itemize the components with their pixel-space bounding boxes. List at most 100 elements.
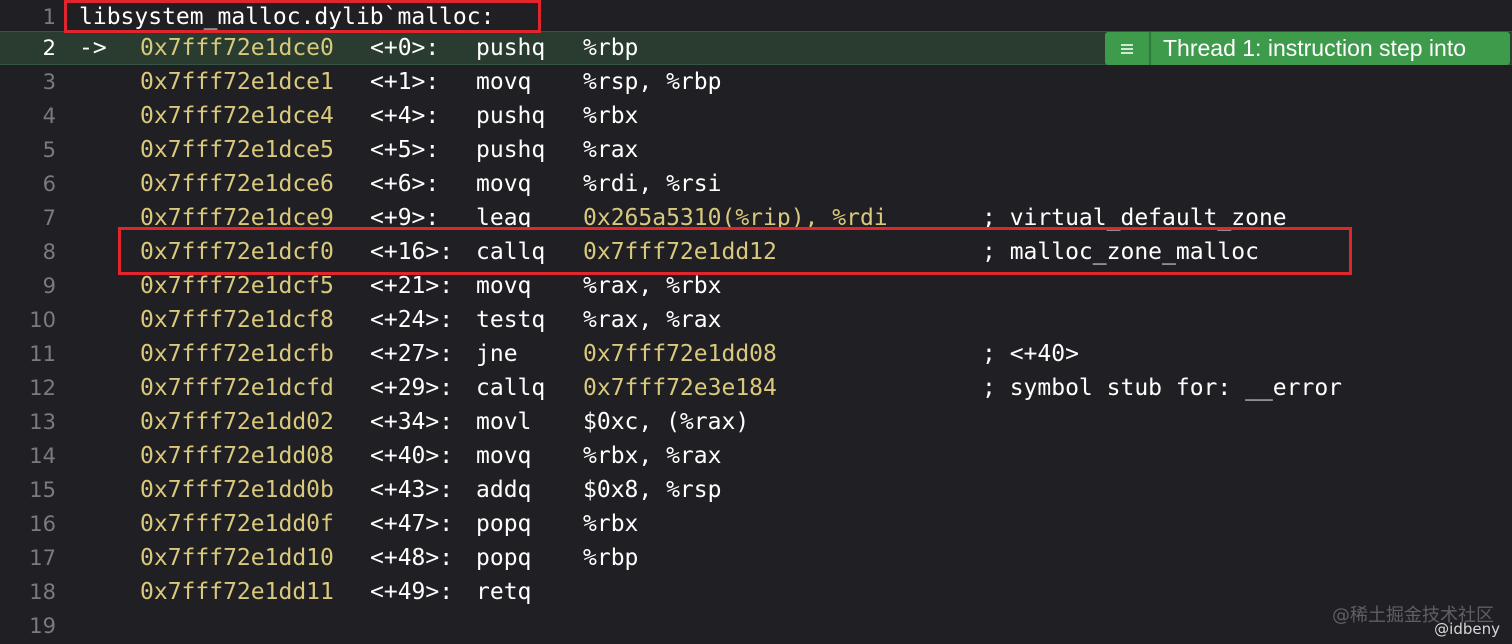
call-highlight-box bbox=[118, 227, 1352, 275]
instruction-address: 0x7fff72e1dd11 bbox=[140, 579, 334, 605]
instruction-operands: %rdi, %rsi bbox=[583, 171, 722, 197]
instruction-operands: $0x8, %rsp bbox=[583, 477, 722, 503]
line-number: 16 bbox=[29, 512, 56, 536]
instruction-operands: 0x7fff72e1dd08 bbox=[583, 341, 777, 367]
instruction-line[interactable]: 13 0x7fff72e1dd02 <+34>: movl $0xc, (%rax) bbox=[0, 405, 1512, 439]
line-number: 7 bbox=[42, 206, 56, 230]
line-number: 11 bbox=[29, 342, 56, 366]
instruction-address: 0x7fff72e1dce0 bbox=[140, 35, 334, 61]
instruction-offset: <+24>: bbox=[370, 307, 454, 333]
instruction-offset: <+5>: bbox=[370, 137, 440, 163]
instruction-mnemonic: jne bbox=[476, 341, 518, 367]
line-number: 9 bbox=[42, 274, 56, 298]
instruction-operands: $0xc, (%rax) bbox=[583, 409, 750, 435]
program-counter-arrow-icon: -> bbox=[79, 35, 107, 61]
instruction-address: 0x7fff72e1dce1 bbox=[140, 69, 334, 95]
instruction-line[interactable]: 19 bbox=[0, 609, 1512, 643]
line-number: 8 bbox=[42, 240, 56, 264]
line-number: 6 bbox=[42, 172, 56, 196]
instruction-mnemonic: movl bbox=[476, 409, 532, 435]
line-number: 12 bbox=[29, 376, 56, 400]
instruction-offset: <+49>: bbox=[370, 579, 454, 605]
instruction-line[interactable]: 6 0x7fff72e1dce6 <+6>: movq %rdi, %rsi bbox=[0, 167, 1512, 201]
instruction-mnemonic: pushq bbox=[476, 137, 546, 163]
instruction-operands: %rbp bbox=[583, 545, 639, 571]
instruction-operands: %rax bbox=[583, 137, 639, 163]
instruction-address: 0x7fff72e1dd10 bbox=[140, 545, 334, 571]
instruction-address: 0x7fff72e1dce4 bbox=[140, 103, 334, 129]
line-number: 5 bbox=[42, 138, 56, 162]
instruction-line[interactable]: 4 0x7fff72e1dce4 <+4>: pushq %rbx bbox=[0, 99, 1512, 133]
instruction-offset: <+29>: bbox=[370, 375, 454, 401]
instruction-address: 0x7fff72e1dcfb bbox=[140, 341, 334, 367]
instruction-mnemonic: addq bbox=[476, 477, 532, 503]
instruction-mnemonic: movq bbox=[476, 273, 532, 299]
line-number: 1 bbox=[42, 5, 56, 29]
instruction-mnemonic: pushq bbox=[476, 103, 546, 129]
instruction-operands: %rsp, %rbp bbox=[583, 69, 722, 95]
instruction-address: 0x7fff72e1dce6 bbox=[140, 171, 334, 197]
instruction-offset: <+47>: bbox=[370, 511, 454, 537]
line-number: 17 bbox=[29, 546, 56, 570]
instruction-mnemonic: callq bbox=[476, 375, 546, 401]
instruction-line[interactable]: 17 0x7fff72e1dd10 <+48>: popq %rbp bbox=[0, 541, 1512, 575]
instruction-address: 0x7fff72e1dd08 bbox=[140, 443, 334, 469]
instruction-mnemonic: popq bbox=[476, 545, 532, 571]
instruction-comment: ; symbol stub for: __error bbox=[982, 375, 1343, 401]
line-number: 18 bbox=[29, 580, 56, 604]
thread-indicator-badge[interactable]: Thread 1: instruction step into bbox=[1105, 32, 1510, 65]
instruction-line[interactable]: 12 0x7fff72e1dcfd <+29>: callq 0x7fff72e3e18… bbox=[0, 371, 1512, 405]
line-number: 15 bbox=[29, 478, 56, 502]
instruction-offset: <+4>: bbox=[370, 103, 440, 129]
instruction-line[interactable]: 18 0x7fff72e1dd11 <+49>: retq bbox=[0, 575, 1512, 609]
line-number: 4 bbox=[42, 104, 56, 128]
instruction-line[interactable]: 5 0x7fff72e1dce5 <+5>: pushq %rax bbox=[0, 133, 1512, 167]
instruction-line[interactable]: 15 0x7fff72e1dd0b <+43>: addq $0x8, %rsp bbox=[0, 473, 1512, 507]
instruction-offset: <+21>: bbox=[370, 273, 454, 299]
instruction-address: 0x7fff72e1dd0f bbox=[140, 511, 334, 537]
instruction-line[interactable]: 16 0x7fff72e1dd0f <+47>: popq %rbx bbox=[0, 507, 1512, 541]
instruction-operands: %rbx bbox=[583, 103, 639, 129]
instruction-mnemonic: retq bbox=[476, 579, 532, 605]
instruction-operands: %rbx, %rax bbox=[583, 443, 722, 469]
instruction-operands: %rax, %rbx bbox=[583, 273, 722, 299]
line-number: 19 bbox=[29, 614, 56, 638]
instruction-operands: %rax, %rax bbox=[583, 307, 722, 333]
instruction-offset: <+1>: bbox=[370, 69, 440, 95]
instruction-offset: <+6>: bbox=[370, 171, 440, 197]
watermark-author: @idbeny bbox=[1434, 620, 1500, 638]
instruction-mnemonic: movq bbox=[476, 171, 532, 197]
instruction-comment: ; <+40> bbox=[982, 341, 1079, 367]
instruction-line[interactable]: 3 0x7fff72e1dce1 <+1>: movq %rsp, %rbp bbox=[0, 65, 1512, 99]
instruction-mnemonic: popq bbox=[476, 511, 532, 537]
instruction-operands: 0x7fff72e3e184 bbox=[583, 375, 777, 401]
disassembly-editor[interactable]: 1 libsystem_malloc.dylib`malloc: 2 -> 0x7f… bbox=[0, 0, 1512, 644]
instruction-operands: %rbp bbox=[583, 35, 639, 61]
instruction-mnemonic: movq bbox=[476, 443, 532, 469]
symbol-highlight-box bbox=[64, 0, 541, 33]
line-number: 3 bbox=[42, 70, 56, 94]
instruction-address: 0x7fff72e1dd0b bbox=[140, 477, 334, 503]
instruction-offset: <+34>: bbox=[370, 409, 454, 435]
instruction-offset: <+0>: bbox=[370, 35, 440, 61]
instruction-offset: <+40>: bbox=[370, 443, 454, 469]
instruction-mnemonic: testq bbox=[476, 307, 546, 333]
instruction-line[interactable]: 10 0x7fff72e1dcf8 <+24>: testq %rax, %rax bbox=[0, 303, 1512, 337]
thread-badge-label: Thread 1: instruction step into bbox=[1151, 32, 1510, 65]
instruction-line[interactable]: 14 0x7fff72e1dd08 <+40>: movq %rbx, %rax bbox=[0, 439, 1512, 473]
instruction-mnemonic: movq bbox=[476, 69, 532, 95]
instruction-line[interactable]: 11 0x7fff72e1dcfb <+27>: jne 0x7fff72e1dd08;… bbox=[0, 337, 1512, 371]
instruction-operands: %rbx bbox=[583, 511, 639, 537]
line-number: 14 bbox=[29, 444, 56, 468]
instruction-offset: <+48>: bbox=[370, 545, 454, 571]
instruction-address: 0x7fff72e1dcf8 bbox=[140, 307, 334, 333]
instruction-address: 0x7fff72e1dcfd bbox=[140, 375, 334, 401]
line-number: 2 bbox=[42, 36, 56, 60]
instruction-mnemonic: pushq bbox=[476, 35, 546, 61]
instruction-offset: <+43>: bbox=[370, 477, 454, 503]
line-number: 13 bbox=[29, 410, 56, 434]
list-icon[interactable] bbox=[1105, 32, 1151, 65]
instruction-address: 0x7fff72e1dcf5 bbox=[140, 273, 334, 299]
instruction-offset: <+27>: bbox=[370, 341, 454, 367]
instruction-address: 0x7fff72e1dd02 bbox=[140, 409, 334, 435]
